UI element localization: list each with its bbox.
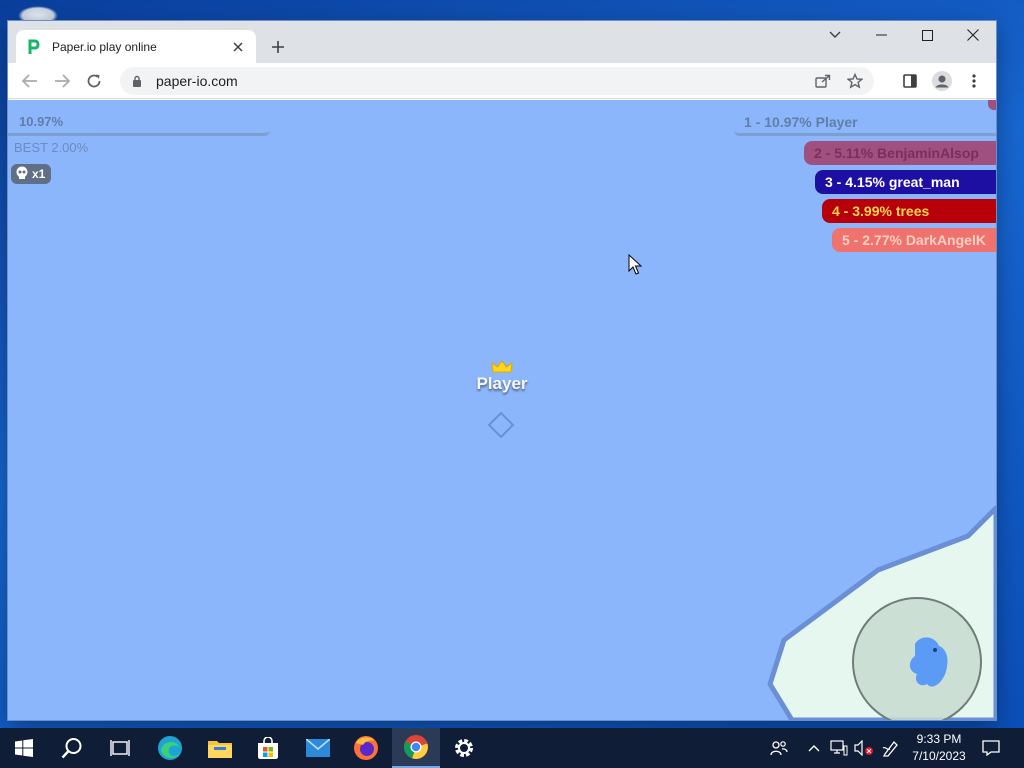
kill-count: x1 [32, 167, 46, 181]
notifications-icon[interactable] [978, 728, 1004, 768]
game-canvas[interactable]: 10.97% BEST 2.00% x1 1 - 10.97% Player 2… [8, 100, 996, 720]
bookmark-star-icon[interactable] [842, 68, 868, 94]
desktop-icon[interactable] [18, 6, 58, 22]
leaderboard-row-3: 3 - 4.15% great_man [815, 170, 996, 194]
forward-button[interactable] [48, 67, 76, 95]
back-button[interactable] [16, 67, 44, 95]
close-window-button[interactable] [950, 21, 996, 49]
settings-icon[interactable] [440, 728, 488, 768]
profile-avatar-icon[interactable] [928, 67, 956, 95]
mail-icon[interactable] [294, 728, 342, 768]
lock-icon[interactable] [130, 74, 144, 88]
best-score: BEST 2.00% [14, 140, 89, 155]
territory-percent: 10.97% [8, 112, 270, 136]
skull-icon [15, 166, 29, 183]
store-icon[interactable] [244, 728, 292, 768]
clock[interactable]: 9:33 PM 7/10/2023 [904, 731, 974, 765]
clock-date: 7/10/2023 [912, 749, 966, 763]
crown-icon [491, 360, 513, 373]
search-icon[interactable] [48, 728, 96, 768]
leaderboard-row-5: 5 - 2.77% DarkAngelK [832, 228, 996, 252]
network-icon[interactable] [828, 728, 850, 768]
share-icon[interactable] [810, 68, 836, 94]
close-tab-icon[interactable] [230, 39, 246, 55]
people-icon[interactable] [766, 728, 792, 768]
paperio-favicon-icon [26, 39, 42, 55]
tab-paperio[interactable]: Paper.io play online [16, 30, 256, 63]
side-panel-icon[interactable] [896, 67, 924, 95]
maximize-button[interactable] [904, 21, 950, 49]
tab-strip: Paper.io play online [8, 21, 996, 63]
mouse-cursor-icon [628, 254, 642, 275]
pen-workspace-icon[interactable] [880, 728, 902, 768]
rival-territory-edge [988, 100, 996, 110]
reload-button[interactable] [80, 67, 108, 95]
browser-window: Paper.io play online paper-io.com 10.97%… [8, 21, 996, 720]
minimap [852, 597, 982, 720]
file-explorer-icon[interactable] [196, 728, 244, 768]
new-tab-button[interactable] [266, 35, 290, 59]
player-avatar-icon [487, 411, 515, 439]
firefox-icon[interactable] [342, 728, 390, 768]
clock-time: 9:33 PM [916, 732, 962, 746]
kill-counter: x1 [11, 164, 52, 184]
leaderboard-row-1: 1 - 10.97% Player [734, 112, 996, 136]
url-text: paper-io.com [156, 73, 238, 89]
browser-toolbar: paper-io.com [8, 63, 996, 99]
more-menu-icon[interactable] [960, 67, 988, 95]
volume-muted-icon[interactable] [852, 728, 876, 768]
player-name-label: Player [476, 374, 528, 393]
minimize-button[interactable] [858, 21, 904, 49]
tab-search-icon[interactable] [812, 21, 858, 49]
tab-title: Paper.io play online [52, 39, 157, 54]
start-icon[interactable] [0, 728, 48, 768]
taskbar: 9:33 PM 7/10/2023 [0, 728, 1024, 768]
leaderboard-row-4: 4 - 3.99% trees [822, 199, 996, 223]
task-view-icon[interactable] [96, 728, 144, 768]
address-bar[interactable]: paper-io.com [120, 67, 874, 95]
edge-icon[interactable] [146, 728, 194, 768]
leaderboard-row-2: 2 - 5.11% BenjaminAlsop [804, 141, 996, 165]
chrome-icon[interactable] [392, 728, 440, 768]
show-hidden-icons-chevron-icon[interactable] [804, 728, 824, 768]
